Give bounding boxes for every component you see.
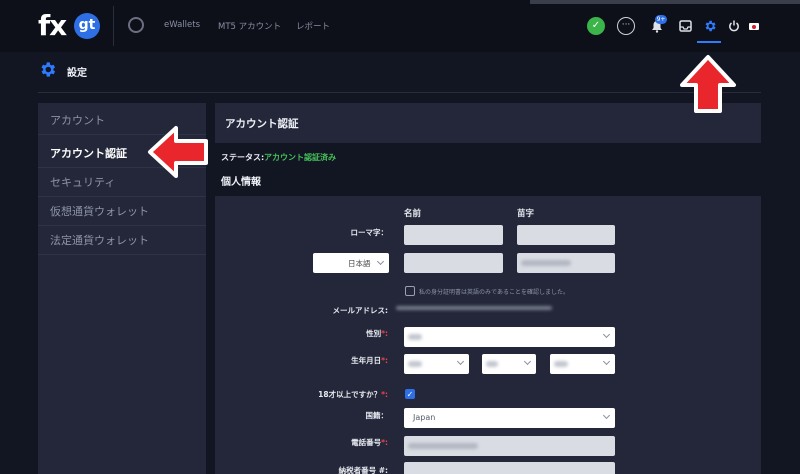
notification-badge: 9+ (655, 15, 667, 24)
phone-label: 電話番号*: (228, 437, 388, 448)
chevron-down-icon (602, 330, 611, 339)
phone-label-text: 電話番号 (351, 438, 382, 447)
window-strip (530, 0, 800, 4)
nav-ewallets[interactable]: eWallets (164, 20, 200, 30)
redacted-email (396, 306, 552, 310)
chat-icon[interactable]: ··· (617, 17, 635, 35)
redacted-value (486, 361, 498, 367)
redacted-value (408, 443, 478, 449)
logo-fx-text: fx (38, 9, 67, 42)
redacted-value (521, 260, 571, 266)
required-mark: *: (381, 438, 388, 447)
fxgt-logo[interactable]: fx gt (38, 9, 102, 43)
first-name-native-input[interactable] (404, 253, 503, 273)
settings-gear-icon[interactable] (701, 17, 719, 35)
verified-check-icon[interactable]: ✓ (587, 17, 605, 35)
sidebar-item-fiat-wallet[interactable]: 法定通貨ウォレット (38, 226, 206, 255)
annotation-arrow-up (680, 55, 736, 113)
last-name-romaji-input[interactable] (517, 225, 615, 245)
status-badge: アカウント認証済み (264, 153, 336, 162)
chevron-down-icon (523, 357, 532, 366)
first-name-header: 名前 (404, 209, 422, 219)
redacted-value (408, 361, 422, 367)
tax-id-input[interactable] (404, 462, 615, 474)
first-name-romaji-input[interactable] (404, 225, 503, 245)
page-title: 設定 (67, 68, 87, 79)
status-label: ステータス: (221, 153, 265, 162)
chevron-down-icon (602, 411, 611, 420)
logo-gt-badge: gt (74, 13, 100, 39)
sidebar-item-crypto-wallet[interactable]: 仮想通貨ウォレット (38, 197, 206, 226)
section-title-personal-info: 個人情報 (221, 177, 261, 188)
redacted-value (408, 334, 422, 340)
nationality-value: Japan (413, 413, 436, 422)
nav-divider (113, 6, 114, 46)
adult-label-text: 18才以上ですか？ (318, 390, 382, 399)
english-id-confirm-checkbox[interactable] (405, 286, 415, 296)
adult-label: 18才以上ですか？*: (228, 389, 388, 400)
language-select[interactable]: 日本語 (313, 253, 389, 273)
header-divider (38, 92, 761, 93)
japan-flag-icon[interactable] (749, 23, 759, 30)
nav-mt5-accounts[interactable]: MT5 アカウント (218, 20, 281, 32)
birth-day-select[interactable] (404, 354, 469, 374)
birthdate-label-text: 生年月日 (351, 356, 382, 365)
required-mark: *: (381, 356, 388, 365)
last-name-header: 苗字 (517, 209, 535, 219)
card-title: アカウント認証 (225, 118, 299, 130)
gender-select[interactable] (404, 327, 615, 347)
nationality-label: 国籍： (365, 411, 389, 420)
tax-id-label: 納税者番号 #: (338, 466, 388, 474)
birthdate-label: 生年月日*: (228, 355, 388, 366)
settings-gear-icon (38, 60, 57, 84)
romaji-label: ローマ字： (350, 228, 389, 237)
power-icon[interactable] (725, 17, 743, 35)
birth-month-select[interactable] (482, 354, 536, 374)
language-select-value: 日本語 (348, 259, 371, 268)
birth-year-select[interactable] (550, 354, 615, 374)
gender-label-text: 性別 (366, 329, 382, 338)
english-id-confirm-text: 私の身分証明書は英語のみであることを確認しました。 (419, 289, 569, 296)
active-tab-indicator (697, 41, 721, 43)
redacted-value (554, 361, 568, 367)
nationality-select[interactable]: Japan (404, 408, 615, 428)
dashboard-icon[interactable] (128, 17, 144, 33)
gender-label: 性別*: (228, 328, 388, 339)
nav-reports[interactable]: レポート (296, 20, 330, 32)
annotation-arrow-left (148, 126, 208, 178)
chevron-down-icon (376, 257, 385, 266)
chevron-down-icon (602, 357, 611, 366)
required-mark: *: (381, 329, 388, 338)
email-label: メールアドレス: (332, 306, 389, 315)
adult-checkbox[interactable]: ✓ (405, 389, 415, 399)
chevron-down-icon (456, 357, 465, 366)
phone-input[interactable] (404, 436, 615, 456)
last-name-native-input[interactable] (517, 253, 615, 273)
inbox-icon[interactable] (676, 17, 694, 35)
required-mark: *: (381, 390, 388, 399)
